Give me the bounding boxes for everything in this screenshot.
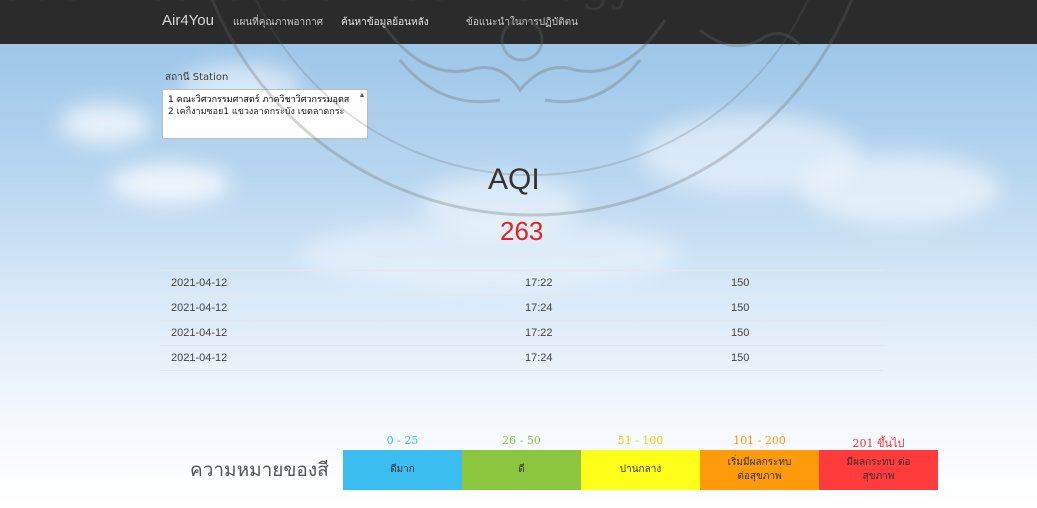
date-cell: 2021-04-12	[171, 277, 228, 289]
value-cell: 150	[731, 352, 750, 364]
legend-band-very-good: ดีมาก	[343, 450, 462, 490]
value-cell: 150	[731, 327, 750, 339]
nav-item-advice[interactable]: ข้อแนะนำในการปฏิบัติตน	[466, 15, 578, 30]
station-label: สถานี Station	[165, 72, 229, 83]
legend-range-3: 51 - 100	[617, 434, 664, 447]
legend-label: มีผลกระทบ ต่อสุขภาพ	[846, 457, 911, 482]
value-cell: 150	[731, 302, 750, 314]
legend-band-good: ดี	[462, 450, 581, 490]
date-cell: 2021-04-12	[171, 327, 228, 339]
aqi-title: AQI	[488, 163, 540, 196]
station-option[interactable]: 1 คณะวิศวกรรมศาสตร์ ภาควิชาวิศวกรรมอุตส	[168, 94, 355, 106]
readings-table: 2021-04-12 17:22 150 2021-04-12 17:24 15…	[160, 270, 883, 371]
legend-label: เริ่มมีผลกระทบ ต่อสุขภาพ	[727, 457, 792, 482]
color-legend-title: ความหมายของสี	[190, 459, 329, 481]
time-cell: 17:24	[525, 352, 553, 364]
brand-logo[interactable]: Air4You	[162, 12, 214, 29]
aqi-value: 263	[500, 216, 544, 246]
table-row: 2021-04-12 17:24 150	[160, 345, 883, 371]
legend-range-1: 0 - 25	[386, 434, 419, 447]
date-cell: 2021-04-12	[171, 352, 228, 364]
legend-range-2: 26 - 50	[502, 434, 541, 447]
legend-label: ปานกลาง	[619, 464, 662, 475]
scroll-up-icon[interactable]: ▲	[358, 92, 366, 100]
top-navbar: Air4You แผนที่คุณภาพอากาศ ค้นหาข้อมูลย้อ…	[0, 0, 1037, 44]
legend-label: ดีมาก	[390, 464, 415, 475]
value-cell: 150	[731, 277, 750, 289]
table-row: 2021-04-12 17:22 150	[160, 270, 883, 295]
station-option[interactable]: 2 เคกิ้งามซอย1 แขวงลาดกระบัง เขตลาดกระ	[168, 106, 355, 118]
nav-item-air-quality-map[interactable]: แผนที่คุณภาพอากาศ	[233, 15, 323, 30]
table-row: 2021-04-12 17:22 150	[160, 320, 883, 345]
station-listbox[interactable]: 1 คณะวิศวกรรมศาสตร์ ภาควิชาวิศวกรรมอุตส …	[162, 89, 368, 139]
time-cell: 17:22	[525, 327, 553, 339]
nav-item-history-search[interactable]: ค้นหาข้อมูลย้อนหลัง	[341, 15, 429, 30]
time-cell: 17:22	[525, 277, 553, 289]
time-cell: 17:24	[525, 302, 553, 314]
legend-range-4: 101 - 200	[733, 434, 786, 447]
legend-band-unhealthy: มีผลกระทบ ต่อสุขภาพ	[819, 450, 938, 490]
table-row: 2021-04-12 17:24 150	[160, 295, 883, 320]
legend-label: ดี	[518, 464, 525, 475]
legend-band-unhealthy-sensitive: เริ่มมีผลกระทบ ต่อสุขภาพ	[700, 450, 819, 490]
date-cell: 2021-04-12	[171, 302, 228, 314]
legend-band-moderate: ปานกลาง	[581, 450, 700, 490]
